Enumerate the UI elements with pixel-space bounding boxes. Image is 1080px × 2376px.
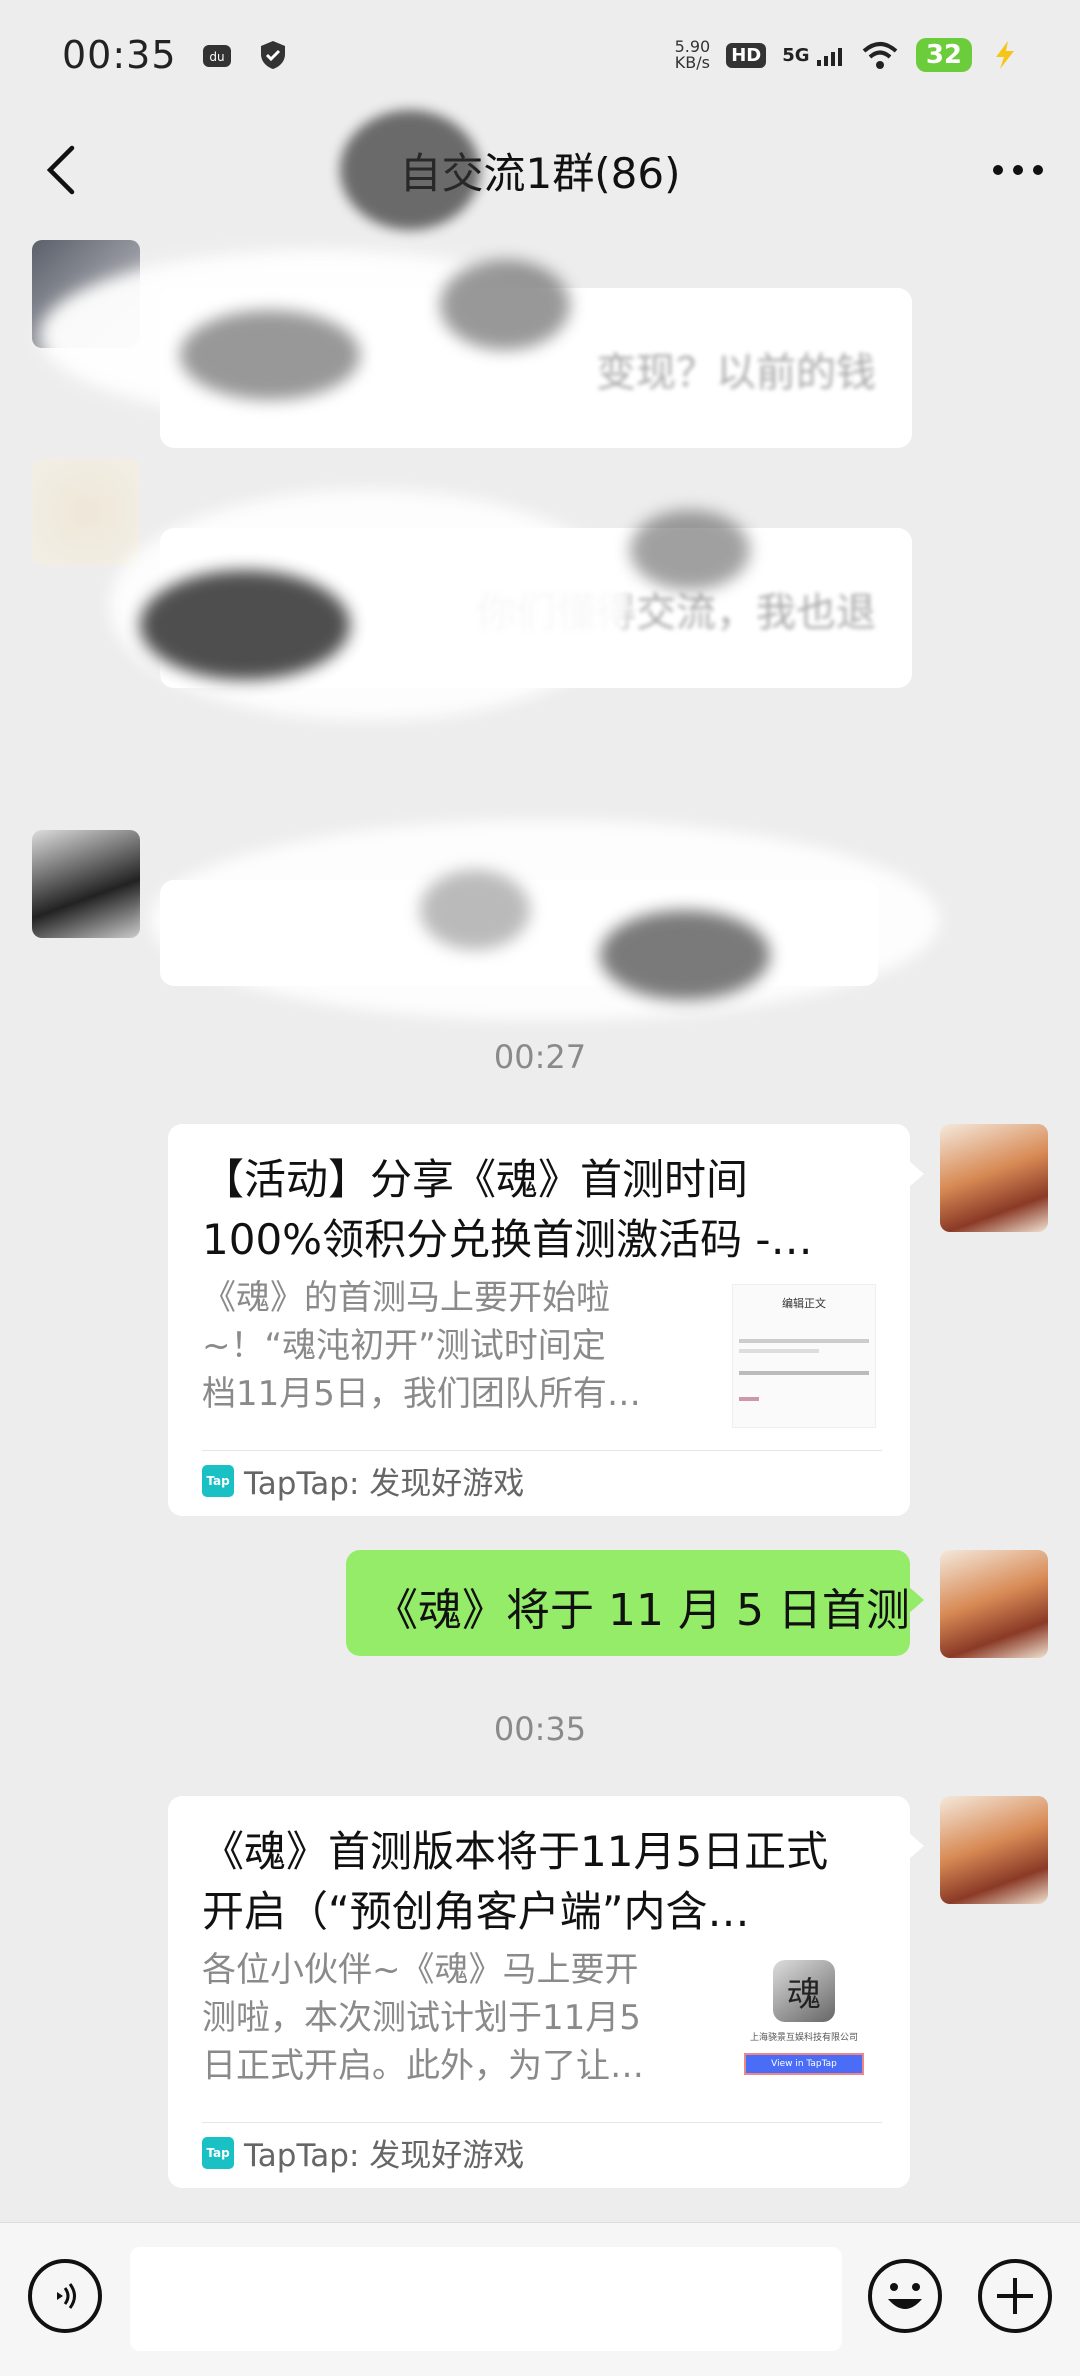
redaction-mark — [420, 870, 530, 950]
input-bar — [0, 2222, 1080, 2376]
redaction-mark — [600, 910, 770, 1000]
card-title-line: 《魂》首测版本将于11月5日正式 — [202, 1827, 829, 1876]
charging-icon — [988, 39, 1020, 71]
more-button[interactable] — [986, 138, 1050, 202]
card-source-label: TapTap: 发现好游戏 — [244, 1466, 525, 1502]
card-title: 《魂》首测版本将于11月5日正式 开启（“预创角客户端”内含… — [202, 1822, 882, 1942]
card-description: 《魂》的首测马上要开始啦 ~！“魂沌初开”测试时间定 档11月5日，我们团队所有… — [202, 1274, 702, 1418]
more-functions-button[interactable] — [978, 2259, 1052, 2333]
network-speed: 5.90 KB/s — [675, 39, 711, 71]
card-desc-line: 测啦，本次测试计划于11月5 — [202, 1998, 641, 2038]
card-thumbnail: 编辑正文 — [732, 1284, 876, 1428]
card-source: Tap TapTap: 发现好游戏 — [202, 2130, 524, 2175]
taptap-logo-icon: Tap — [202, 1464, 234, 1497]
redaction-mark — [180, 310, 360, 400]
card-title: 【活动】分享《魂》首测时间 100%领积分兑换首测激活码 -… — [202, 1150, 882, 1270]
card-desc-line: 《魂》的首测马上要开始啦 — [202, 1278, 610, 1318]
emoji-button[interactable] — [868, 2259, 942, 2333]
card-desc-line: 日正式开启。此外，为了让… — [202, 2046, 644, 2086]
shield-icon — [257, 39, 289, 71]
message-input[interactable] — [130, 2247, 842, 2351]
game-icon: 魂 — [773, 1960, 835, 2022]
bubble-tail — [908, 1832, 924, 1860]
chevron-left-icon — [46, 145, 75, 195]
thumbnail-heading: 编辑正文 — [782, 1297, 826, 1310]
back-button[interactable] — [30, 138, 94, 202]
status-right: 5.90 KB/s HD 5G 32 — [675, 38, 1020, 72]
svg-text:du: du — [209, 50, 224, 64]
thumbnail-button: View in TapTap — [744, 2053, 864, 2075]
card-title-line: 【活动】分享《魂》首测时间 — [202, 1155, 749, 1204]
cellular-signal-icon: 5G — [782, 45, 844, 66]
card-title-line: 开启（“预创角客户端”内含… — [202, 1887, 750, 1936]
link-card[interactable]: 《魂》首测版本将于11月5日正式 开启（“预创角客户端”内含… 各位小伙伴~《魂… — [168, 1796, 924, 2188]
more-dots-icon — [993, 165, 1043, 175]
redaction-mark — [150, 820, 940, 1020]
message-text: 《魂》将于 11 月 5 日首测 — [374, 1585, 910, 1636]
card-title-line: 100%领积分兑换首测激活码 -… — [202, 1215, 813, 1264]
card-desc-line: 各位小伙伴~《魂》马上要开 — [202, 1950, 639, 1990]
message-bubble[interactable]: 《魂》将于 11 月 5 日首测 — [346, 1550, 924, 1656]
card-source: Tap TapTap: 发现好游戏 — [202, 1458, 524, 1503]
wifi-icon — [860, 39, 900, 71]
card-source-label: TapTap: 发现好游戏 — [244, 2138, 525, 2174]
card-desc-line: 档11月5日，我们团队所有… — [202, 1374, 641, 1414]
message-text: 变现？以前的钱 — [596, 350, 876, 396]
plus-icon — [997, 2278, 1033, 2314]
nav-bar: 自交流1群(86) — [0, 110, 1080, 230]
redaction-mark — [140, 570, 350, 680]
status-bar: 00:35 du 5.90 KB/s HD 5G 32 — [0, 0, 1080, 110]
app-notification-icon: du — [201, 39, 233, 71]
battery-indicator: 32 — [915, 38, 972, 72]
hd-badge: HD — [726, 42, 767, 68]
network-type: 5G — [782, 44, 810, 66]
thumbnail-caption: 上海骁景互娱科技有限公司 — [749, 2033, 858, 2043]
card-divider — [202, 1450, 882, 1451]
bubble-tail — [908, 1586, 924, 1614]
avatar[interactable] — [940, 1124, 1048, 1232]
redaction-mark — [340, 110, 480, 230]
redaction-mark — [630, 510, 750, 590]
avatar[interactable] — [32, 830, 140, 938]
card-thumbnail: 魂 上海骁景互娱科技有限公司 View in TapTap — [732, 1956, 876, 2100]
status-time: 00:35 — [62, 33, 177, 77]
card-desc-line: ~！“魂沌初开”测试时间定 — [202, 1326, 606, 1366]
card-description: 各位小伙伴~《魂》马上要开 测啦，本次测试计划于11月5 日正式开启。此外，为了… — [202, 1946, 702, 2090]
status-left: 00:35 du — [62, 33, 289, 77]
voice-icon — [57, 2283, 76, 2309]
chat-area[interactable]: 变现？以前的钱 你们懂得交流，我也退 00:27 【活动】分享《魂》首测时间 1… — [0, 230, 1080, 2220]
card-divider — [202, 2122, 882, 2123]
link-card[interactable]: 【活动】分享《魂》首测时间 100%领积分兑换首测激活码 -… 《魂》的首测马上… — [168, 1124, 924, 1516]
avatar[interactable] — [940, 1796, 1048, 1904]
smiley-icon — [888, 2283, 922, 2309]
avatar[interactable] — [32, 458, 140, 566]
network-speed-unit: KB/s — [674, 53, 710, 72]
timestamp: 00:27 — [493, 1038, 587, 1076]
timestamp: 00:35 — [493, 1710, 587, 1748]
avatar[interactable] — [940, 1550, 1048, 1658]
taptap-logo-icon: Tap — [202, 2136, 234, 2169]
voice-button[interactable] — [28, 2259, 102, 2333]
bubble-tail — [908, 1160, 924, 1188]
redaction-mark — [440, 260, 570, 350]
